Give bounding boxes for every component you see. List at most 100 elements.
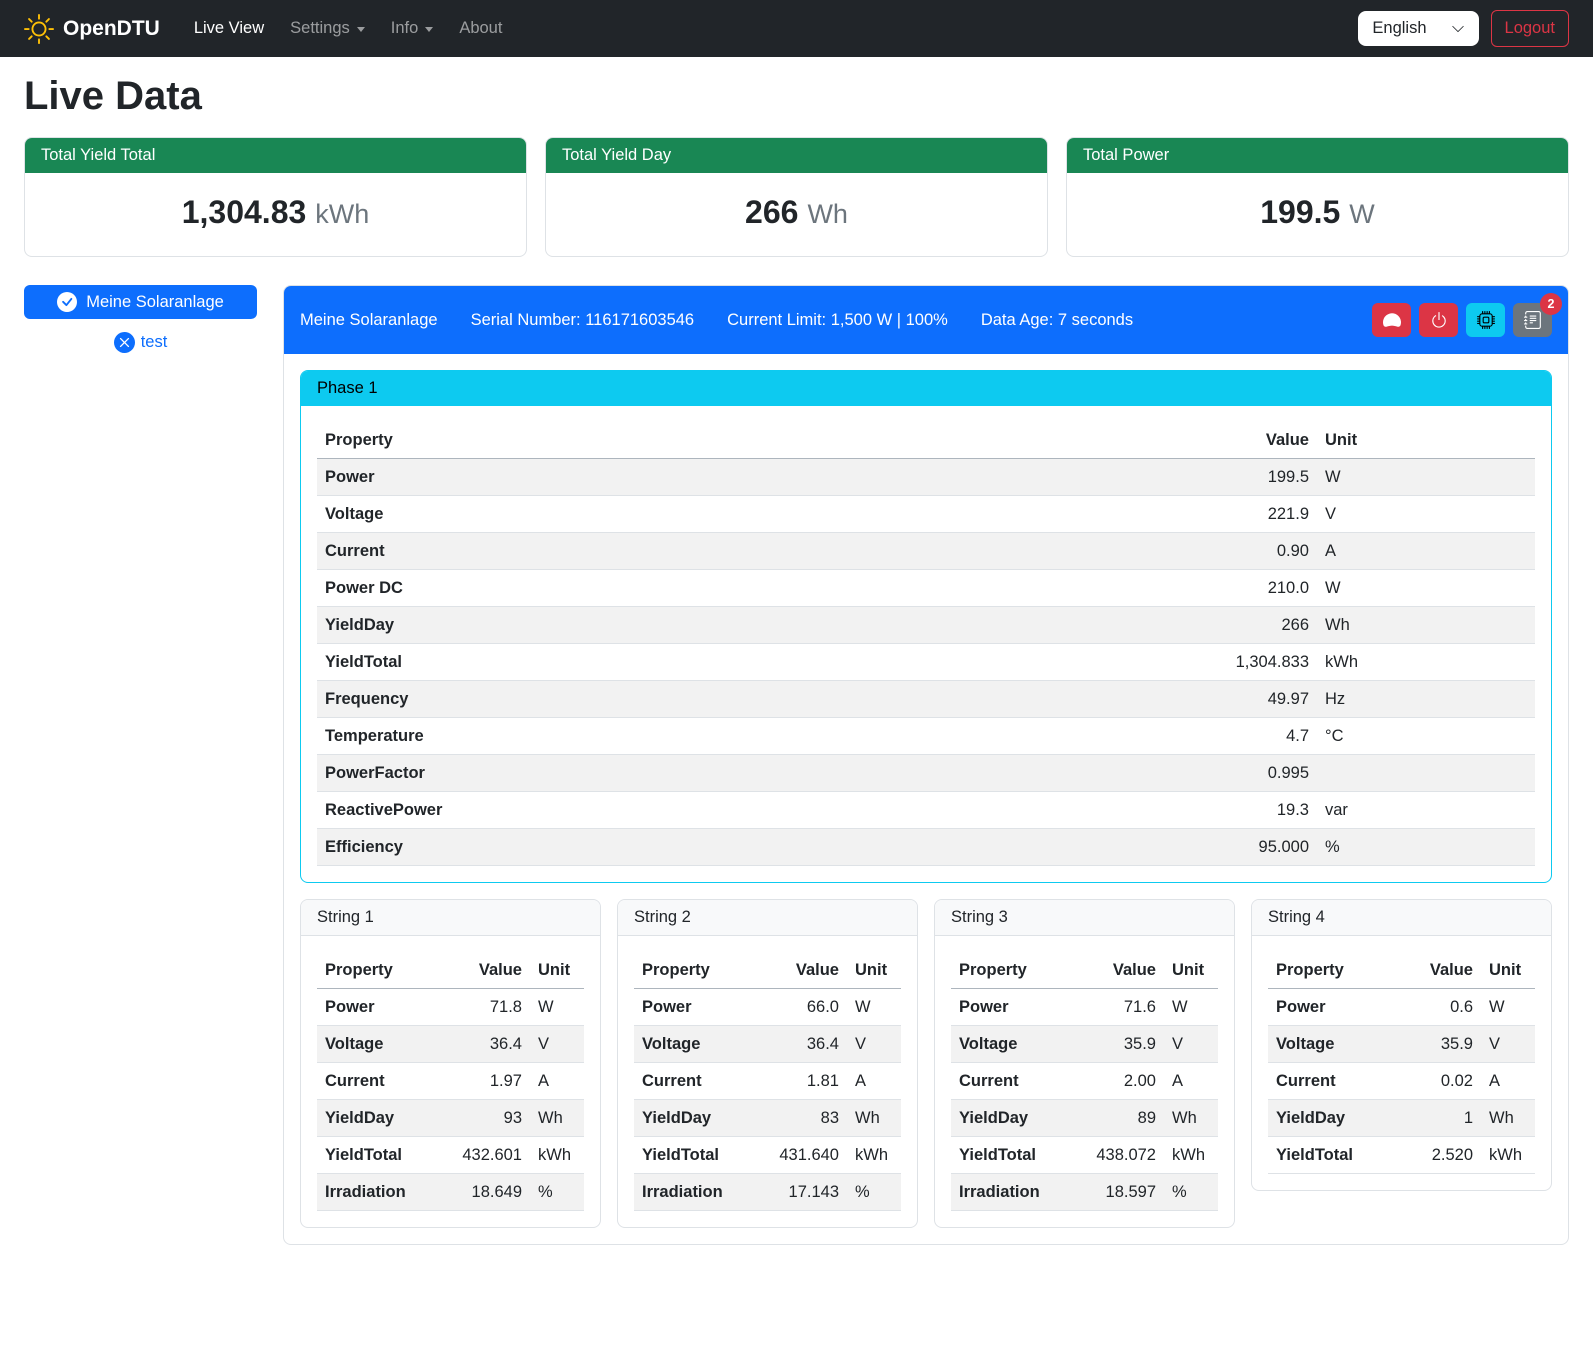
column-header-property: Property: [951, 952, 1070, 989]
table-row: YieldTotal438.072kWh: [951, 1137, 1218, 1174]
unit-cell: Wh: [1164, 1100, 1218, 1137]
column-header-value: Value: [1398, 952, 1481, 989]
phase-panel-title: Phase 1: [301, 371, 1551, 406]
nav-item-info[interactable]: Info: [383, 11, 442, 46]
brand-label: OpenDTU: [63, 17, 160, 41]
value-cell: 221.9: [916, 496, 1317, 533]
inverter-card-header: Meine Solaranlage Serial Number: 1161716…: [284, 286, 1568, 354]
property-cell: Power: [1268, 989, 1398, 1026]
table-row: YieldTotal1,304.833kWh: [317, 644, 1535, 681]
summary-card-body: 199.5 W: [1067, 173, 1568, 256]
table-row: Power DC210.0W: [317, 570, 1535, 607]
unit-cell: Hz: [1317, 681, 1535, 718]
summary-card-title: Total Yield Total: [25, 138, 526, 173]
unit-cell: A: [1317, 533, 1535, 570]
unit-cell: kWh: [847, 1137, 901, 1174]
summary-card-body: 266 Wh: [546, 173, 1047, 256]
summary-unit: W: [1349, 199, 1374, 229]
property-cell: Current: [317, 533, 916, 570]
table-row: Current0.02A: [1268, 1063, 1535, 1100]
table-row: YieldDay89Wh: [951, 1100, 1218, 1137]
nav-item-label: About: [459, 19, 502, 38]
inverter-card: Meine Solaranlage Serial Number: 1161716…: [283, 285, 1569, 1245]
table-header-row: Property Value Unit: [951, 952, 1218, 989]
brand-link[interactable]: OpenDTU: [24, 14, 160, 44]
navbar-right: English Logout: [1358, 10, 1569, 47]
string-card-title: String 3: [935, 900, 1234, 936]
phase-panel: Phase 1 Property Value Unit: [300, 370, 1552, 883]
logout-button[interactable]: Logout: [1491, 10, 1569, 47]
inverter-select-button-active[interactable]: Meine Solaranlage: [24, 285, 257, 319]
language-select[interactable]: English: [1358, 11, 1478, 46]
property-cell: Frequency: [317, 681, 916, 718]
value-cell: 89: [1070, 1100, 1164, 1137]
value-cell: 17.143: [753, 1174, 847, 1211]
value-cell: 432.601: [436, 1137, 530, 1174]
summary-card-body: 1,304.83kWh: [25, 173, 526, 256]
summary-value: 199.5: [1260, 194, 1340, 230]
power-button[interactable]: [1419, 303, 1458, 337]
unit-cell: Wh: [530, 1100, 584, 1137]
table-header-row: Property Value Unit: [634, 952, 901, 989]
string-1-card: String 1 Property Value Unit: [300, 899, 601, 1228]
unit-cell: Wh: [1317, 607, 1535, 644]
string-2-table: Property Value Unit Power66.0W Voltage36…: [634, 952, 901, 1211]
property-cell: PowerFactor: [317, 755, 916, 792]
property-cell: Temperature: [317, 718, 916, 755]
value-cell: 83: [753, 1100, 847, 1137]
table-row: PowerFactor0.995: [317, 755, 1535, 792]
summary-unit: Wh: [807, 199, 848, 229]
journal-list-icon: [1524, 311, 1542, 329]
nav-item-about[interactable]: About: [451, 11, 510, 46]
value-cell: 266: [916, 607, 1317, 644]
language-label: English: [1372, 19, 1426, 38]
table-row: Frequency49.97Hz: [317, 681, 1535, 718]
nav-item-settings[interactable]: Settings: [282, 11, 373, 46]
string-1-table: Property Value Unit Power71.8W Voltage36…: [317, 952, 584, 1211]
unit-cell: A: [1481, 1063, 1535, 1100]
nav-item-label: Live View: [194, 19, 264, 38]
limit-settings-button[interactable]: [1372, 303, 1411, 337]
device-info-button[interactable]: [1466, 303, 1505, 337]
table-row: Irradiation18.649%: [317, 1174, 584, 1211]
table-row: YieldTotal432.601kWh: [317, 1137, 584, 1174]
inverter-select-label: test: [141, 333, 168, 352]
event-log-button[interactable]: 2: [1513, 303, 1552, 337]
value-cell: 19.3: [916, 792, 1317, 829]
table-row: ReactivePower19.3var: [317, 792, 1535, 829]
power-icon: [1430, 311, 1448, 329]
property-cell: YieldDay: [634, 1100, 753, 1137]
nav-item-live-view[interactable]: Live View: [186, 11, 272, 46]
value-cell: 0.6: [1398, 989, 1481, 1026]
property-cell: YieldDay: [951, 1100, 1070, 1137]
cpu-icon: [1477, 311, 1495, 329]
summary-value: 1,304.83: [182, 194, 307, 230]
summary-card-total-yield-day: Total Yield Day 266Wh: [545, 137, 1048, 257]
column-header-unit: Unit: [1481, 952, 1535, 989]
summary-card-total-power: Total Power 199.5W: [1066, 137, 1569, 257]
table-header-row: Property Value Unit: [317, 422, 1535, 459]
speedometer-icon: [1383, 311, 1401, 329]
inverter-select-label: Meine Solaranlage: [86, 293, 224, 312]
value-cell: 35.9: [1398, 1026, 1481, 1063]
table-row: Power199.5W: [317, 459, 1535, 496]
table-row: Voltage36.4V: [634, 1026, 901, 1063]
table-row: Efficiency95.000%: [317, 829, 1535, 866]
property-cell: Power: [634, 989, 753, 1026]
property-cell: YieldTotal: [317, 644, 916, 681]
unit-cell: %: [847, 1174, 901, 1211]
unit-cell: var: [1317, 792, 1535, 829]
summary-value: 266: [745, 194, 798, 230]
property-cell: Current: [317, 1063, 436, 1100]
table-row: Irradiation17.143%: [634, 1174, 901, 1211]
unit-cell: kWh: [1481, 1137, 1535, 1174]
column-header-unit: Unit: [847, 952, 901, 989]
column-header-property: Property: [634, 952, 753, 989]
table-row: Current2.00A: [951, 1063, 1218, 1100]
property-cell: Voltage: [951, 1026, 1070, 1063]
inverter-select-button-test[interactable]: test: [24, 332, 257, 353]
unit-cell: A: [847, 1063, 901, 1100]
chevron-down-icon: [1451, 22, 1465, 36]
strings-row: String 1 Property Value Unit: [300, 899, 1552, 1228]
table-row: YieldTotal2.520kWh: [1268, 1137, 1535, 1174]
